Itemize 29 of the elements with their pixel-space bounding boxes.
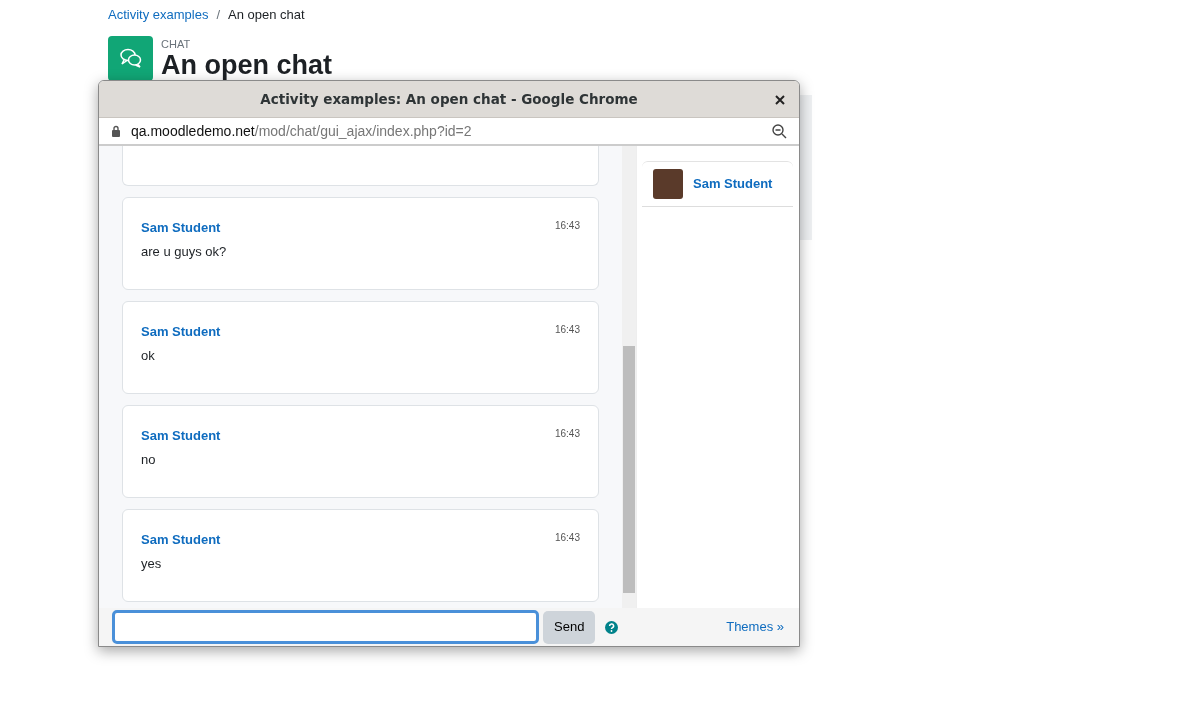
activity-type-label: CHAT [161,36,192,52]
help-icon[interactable] [605,620,619,634]
zoom-out-icon[interactable] [772,123,787,139]
message-time: 16:43 [554,427,580,441]
breadcrumb-separator: / [216,6,221,24]
message-author: Sam Student [141,219,221,237]
page-title: An open chat [161,52,332,79]
message-text: yes [141,554,163,573]
url-text[interactable]: qa.moodledemo.net/mod/chat/gui_ajax/index.php?id=2 [131,120,472,142]
avatar-placeholder [653,169,683,199]
message-time: 16:43 [554,323,580,337]
send-button[interactable]: Send [543,610,596,644]
message-author: Sam Student [141,427,221,445]
user-name-link[interactable]: Sam Student [693,174,773,194]
window-title: Activity examples: An open chat - Google Chrome [260,89,638,109]
lock-icon [111,125,121,137]
message-text: no [141,450,157,469]
scrollbar[interactable] [622,146,636,608]
message-author: Sam Student [141,323,221,341]
breadcrumb-current: An open chat [228,6,305,24]
message-input-field[interactable] [112,610,539,644]
message-author: Sam Student [141,531,221,549]
message-text: are u guys ok? [141,242,228,261]
message-time: 16:43 [554,219,580,233]
message-time: 16:43 [554,531,580,545]
breadcrumb-link[interactable]: Activity examples [108,5,209,25]
message-text: ok [141,346,156,365]
user-list-item[interactable]: Sam Student [642,161,793,207]
themes-link[interactable]: Themes » [726,617,784,637]
